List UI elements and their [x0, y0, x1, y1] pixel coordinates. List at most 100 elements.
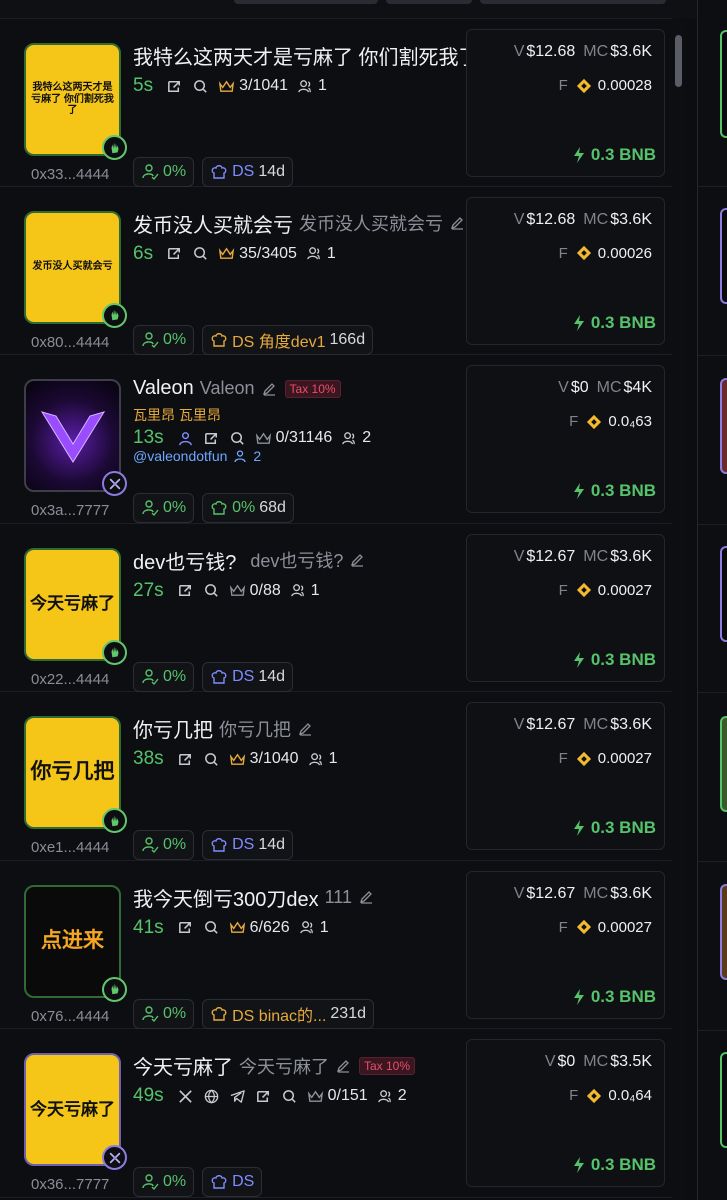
token-address[interactable]: 0xe1...4444	[31, 840, 109, 855]
token-card[interactable]: 我特么这两天才是亏麻了 你们割死我了 0x33...4444 我特么这两天才是亏…	[0, 18, 672, 187]
mc-label: MC	[583, 716, 609, 733]
token-address[interactable]: 0x80...4444	[31, 335, 109, 350]
search-icon[interactable]	[281, 1088, 298, 1105]
mc-label: MC	[583, 1053, 609, 1070]
peek-avatar[interactable]	[720, 30, 727, 138]
volume-label: V	[558, 379, 569, 396]
peek-avatar[interactable]	[720, 884, 727, 980]
token-name[interactable]: 发币没人买就会亏	[133, 209, 293, 238]
ds-label: DS	[232, 163, 255, 180]
edit-icon[interactable]	[297, 721, 313, 737]
telegram-icon[interactable]	[229, 1088, 246, 1105]
top-tab-strip	[0, 0, 698, 18]
quick-buy-button[interactable]: 0.3 BNB	[571, 1155, 656, 1175]
share-icon[interactable]	[177, 582, 194, 599]
token-address[interactable]: 0x33...4444	[31, 167, 109, 182]
dev-sniper-chip[interactable]: 0% 68d	[202, 493, 294, 523]
bnb-icon	[587, 414, 602, 429]
share-icon[interactable]	[166, 78, 183, 95]
edit-icon[interactable]	[449, 215, 465, 231]
share-icon[interactable]	[177, 751, 194, 768]
dev-holding-chip[interactable]: 0%	[133, 157, 195, 187]
quick-buy-button[interactable]: 0.3 BNB	[571, 145, 656, 165]
user-check-icon	[142, 668, 159, 685]
dev-holding-chip[interactable]: 0%	[133, 661, 195, 692]
market-box[interactable]: V $12.67 MC $3.6K F 0.00027 0.3 BNB	[466, 702, 665, 850]
market-box[interactable]: V $12.68 MC $3.6K F 0.00028 0.3 BNB	[466, 29, 665, 177]
scrollbar-track[interactable]	[672, 18, 686, 1200]
token-card[interactable]: 今天亏麻了 0x36...7777 今天亏麻了 今天亏麻了 Tax 10% 49…	[0, 1029, 672, 1198]
token-name[interactable]: 我今天倒亏300刀dex	[133, 883, 319, 912]
dev-sniper-chip[interactable]: DS 14d	[202, 157, 294, 187]
globe-icon[interactable]	[203, 1088, 220, 1105]
edit-icon[interactable]	[358, 889, 374, 905]
search-icon[interactable]	[229, 430, 246, 447]
market-box[interactable]: V $0 MC $4K F 0.0₄63 0.3 BNB	[466, 365, 665, 513]
token-name[interactable]: 今天亏麻了	[133, 1051, 233, 1080]
dev-holding-chip[interactable]: 0%	[133, 324, 195, 355]
quick-buy-button[interactable]: 0.3 BNB	[571, 313, 656, 333]
edit-icon[interactable]	[261, 381, 277, 397]
dev-holding-chip[interactable]: 0%	[133, 493, 195, 523]
token-address[interactable]: 0x3a...7777	[31, 503, 109, 518]
share-icon[interactable]	[177, 919, 194, 936]
token-address[interactable]: 0x22...4444	[31, 672, 109, 687]
edit-icon[interactable]	[335, 1058, 351, 1074]
ds-label: DS binac的...	[232, 1007, 327, 1025]
token-address[interactable]: 0x76...4444	[31, 1009, 109, 1024]
market-box[interactable]: V $12.67 MC $3.6K F 0.00027 0.3 BNB	[466, 533, 665, 682]
dev-sniper-chip[interactable]: DS 角度dev1 166d	[202, 324, 374, 355]
market-box[interactable]: V $0 MC $3.5K F 0.0₄64 0.3 BNB	[466, 1039, 665, 1187]
chef-hat-icon	[211, 838, 227, 852]
dev-sniper-chip[interactable]: DS binac的... 231d	[202, 998, 374, 1029]
peek-avatar[interactable]	[720, 546, 727, 642]
share-icon[interactable]	[255, 1088, 272, 1105]
holders-ratio: 3/1041	[239, 77, 289, 94]
dev-sniper-chip[interactable]: DS 14d	[202, 661, 294, 692]
search-icon[interactable]	[203, 751, 220, 768]
token-card[interactable]: 0x3a...7777 Valeon Valeon Tax 10% 瓦里昂 瓦里…	[0, 355, 672, 524]
search-icon[interactable]	[192, 78, 209, 95]
dev-holding-chip[interactable]: 0%	[133, 998, 195, 1029]
token-name[interactable]: 我特么这两天才是亏麻了 你们割死我了	[133, 41, 479, 70]
ds-days: 14d	[258, 836, 286, 853]
top-tab[interactable]	[386, 0, 472, 4]
quick-buy-button[interactable]: 0.3 BNB	[571, 481, 656, 501]
top-tab[interactable]	[480, 0, 666, 4]
hand-badge-icon	[102, 808, 127, 833]
buy-amount: 0.3 BNB	[590, 481, 656, 500]
share-icon[interactable]	[203, 430, 220, 447]
search-icon[interactable]	[192, 245, 209, 262]
market-box[interactable]: V $12.67 MC $3.6K F 0.00027 0.3 BNB	[466, 870, 665, 1019]
dev-sniper-chip[interactable]: DS	[202, 1167, 263, 1197]
token-name[interactable]: Valeon	[133, 377, 194, 400]
token-card[interactable]: 今天亏麻了 0x22...4444 dev也亏钱? dev也亏钱? 27s 0/…	[0, 523, 672, 692]
x-twitter-icon[interactable]	[177, 1088, 194, 1105]
scrollbar-thumb[interactable]	[675, 35, 682, 87]
token-address[interactable]: 0x36...7777	[31, 1177, 109, 1192]
token-name[interactable]: dev也亏钱?	[133, 546, 236, 575]
dev-holding-chip[interactable]: 0%	[133, 1167, 195, 1197]
dev-holding-chip[interactable]: 0%	[133, 830, 195, 860]
lightning-icon	[573, 820, 584, 836]
token-card[interactable]: 发币没人买就会亏 0x80...4444 发币没人买就会亏 发币没人买就会亏 6…	[0, 186, 672, 355]
token-name[interactable]: 你亏几把	[133, 714, 213, 743]
token-card[interactable]: 点进来 0x76...4444 我今天倒亏300刀dex 111 41s 6/6…	[0, 860, 672, 1029]
quick-buy-button[interactable]: 0.3 BNB	[571, 818, 656, 838]
dev-sniper-chip[interactable]: DS 14d	[202, 830, 294, 860]
top-tab[interactable]	[234, 0, 378, 4]
share-icon[interactable]	[166, 245, 183, 262]
market-box[interactable]: V $12.68 MC $3.6K F 0.00026 0.3 BNB	[466, 196, 665, 345]
twitter-handle[interactable]: @valeondotfun 2	[133, 448, 261, 464]
edit-icon[interactable]	[349, 552, 365, 568]
peek-avatar[interactable]	[720, 716, 727, 812]
token-card[interactable]: 你亏几把 0xe1...4444 你亏几把 你亏几把 38s 3/1040 1 …	[0, 692, 672, 861]
peek-avatar[interactable]	[720, 378, 727, 474]
search-icon[interactable]	[203, 919, 220, 936]
quick-buy-button[interactable]: 0.3 BNB	[571, 987, 656, 1007]
peek-avatar[interactable]	[720, 1052, 727, 1148]
peek-avatar[interactable]	[720, 208, 727, 304]
search-icon[interactable]	[203, 582, 220, 599]
user-icon[interactable]	[177, 430, 194, 447]
quick-buy-button[interactable]: 0.3 BNB	[571, 650, 656, 670]
